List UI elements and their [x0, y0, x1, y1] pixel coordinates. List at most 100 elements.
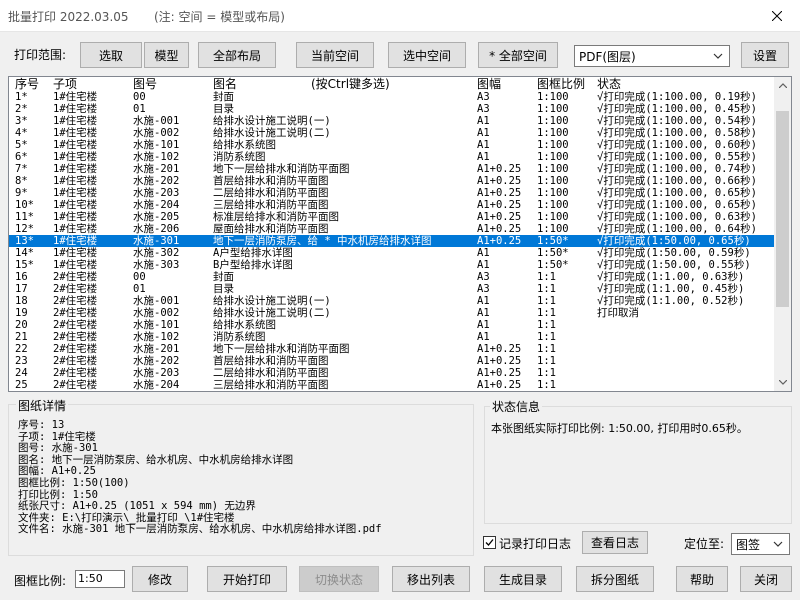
- cell-scale: 1:100: [537, 139, 569, 151]
- table-row[interactable]: 12* 1#住宅楼 水施-206 屋面给排水和消防平面图 A1+0.25 1:100 √打印…: [9, 223, 775, 235]
- cell-name: 首层给排水和消防平面图: [213, 175, 329, 187]
- cell-num: 水施-002: [133, 307, 180, 319]
- scroll-down-button[interactable]: [774, 374, 791, 391]
- table-row[interactable]: 17 2#住宅楼 01 目录 A3 1:1 √打印完成(1:1.00, 0.45秒): [9, 283, 775, 295]
- window-title-note: (注: 空间 = 模型或布局): [154, 10, 285, 24]
- cell-sub: 2#住宅楼: [53, 283, 98, 295]
- cell-num: 00: [133, 271, 146, 283]
- cell-size: A1+0.25: [477, 235, 522, 247]
- selected-space-button[interactable]: 选中空间: [388, 42, 466, 68]
- cell-num: 水施-102: [133, 151, 180, 163]
- chevron-down-icon: [773, 541, 783, 547]
- cell-seq: 21: [15, 331, 28, 343]
- table-row[interactable]: 1* 1#住宅楼 00 封面 A3 1:100 √打印完成(1:100.00, 0.19秒): [9, 91, 775, 103]
- pick-button[interactable]: 选取: [80, 42, 142, 68]
- cell-name: 地下一层给排水和消防平面图: [213, 343, 350, 355]
- table-row[interactable]: 11* 1#住宅楼 水施-205 标准层给排水和消防平面图 A1+0.25 1:100 √打…: [9, 211, 775, 223]
- table-row[interactable]: 13* 1#住宅楼 水施-301 地下一层消防泵房、给 * 中水机房给排水详图 A1+0…: [9, 235, 775, 247]
- cell-size: A1: [477, 307, 490, 319]
- col-header-seq[interactable]: 序号: [15, 77, 39, 91]
- view-log-button[interactable]: 查看日志: [582, 531, 648, 554]
- col-header-name[interactable]: 图名: [213, 77, 237, 91]
- cell-sub: 1#住宅楼: [53, 127, 98, 139]
- table-row[interactable]: 2* 1#住宅楼 01 目录 A3 1:100 √打印完成(1:100.00, 0.45秒): [9, 103, 775, 115]
- table-row[interactable]: 22 2#住宅楼 水施-201 地下一层给排水和消防平面图 A1+0.25 1:1: [9, 343, 775, 355]
- table-row[interactable]: 9* 1#住宅楼 水施-203 二层给排水和消防平面图 A1+0.25 1:100 √打印完…: [9, 187, 775, 199]
- output-format-select[interactable]: PDF(图层): [574, 45, 730, 67]
- cell-seq: 1*: [15, 91, 28, 103]
- model-button[interactable]: 模型: [144, 42, 189, 68]
- generate-catalog-button[interactable]: 生成目录: [484, 566, 562, 592]
- start-print-button[interactable]: 开始打印: [207, 566, 287, 592]
- table-row[interactable]: 16 2#住宅楼 00 封面 A3 1:1 √打印完成(1:1.00, 0.63秒): [9, 271, 775, 283]
- modify-button[interactable]: 修改: [132, 566, 188, 592]
- cell-sub: 2#住宅楼: [53, 367, 98, 379]
- cell-size: A1+0.25: [477, 355, 522, 367]
- cell-seq: 11*: [15, 211, 34, 223]
- drawing-list[interactable]: 序号 子项 图号 图名 (按Ctrl键多选) 图幅 图框比例 状态 1* 1#住宅…: [8, 76, 792, 392]
- table-row[interactable]: 10* 1#住宅楼 水施-204 三层给排水和消防平面图 A1+0.25 1:100 √打印…: [9, 199, 775, 211]
- cell-sub: 1#住宅楼: [53, 199, 98, 211]
- cell-name: 封面: [213, 271, 234, 283]
- table-row[interactable]: 20 2#住宅楼 水施-101 给排水系统图 A1 1:1: [9, 319, 775, 331]
- table-row[interactable]: 21 2#住宅楼 水施-102 消防系统图 A1 1:1: [9, 331, 775, 343]
- all-spaces-button[interactable]: * 全部空间: [478, 42, 558, 68]
- current-space-button[interactable]: 当前空间: [296, 42, 374, 68]
- chevron-down-icon: [713, 53, 723, 59]
- table-row[interactable]: 8* 1#住宅楼 水施-202 首层给排水和消防平面图 A1+0.25 1:100 √打印完…: [9, 175, 775, 187]
- cell-size: A3: [477, 91, 490, 103]
- scroll-up-button[interactable]: [774, 77, 791, 94]
- scroll-thumb[interactable]: [776, 111, 789, 307]
- cell-sub: 2#住宅楼: [53, 331, 98, 343]
- table-row[interactable]: 7* 1#住宅楼 水施-201 地下一层给排水和消防平面图 A1+0.25 1:100 √打…: [9, 163, 775, 175]
- locate-label: 定位至:: [684, 537, 725, 551]
- cell-status: √打印完成(1:100.00, 0.65秒): [597, 199, 757, 211]
- table-row[interactable]: 14* 1#住宅楼 水施-302 A户型给排水详图 A1 1:50* √打印完成(1:50.…: [9, 247, 775, 259]
- cell-scale: 1:1: [537, 343, 556, 355]
- cell-num: 00: [133, 91, 146, 103]
- cell-status: √打印完成(1:100.00, 0.19秒): [597, 91, 757, 103]
- table-row[interactable]: 18 2#住宅楼 水施-001 给排水设计施工说明(一) A1 1:1 √打印完成(1:1.…: [9, 295, 775, 307]
- help-button[interactable]: 帮助: [676, 566, 728, 592]
- output-format-value: PDF(图层): [579, 49, 636, 64]
- cell-sub: 2#住宅楼: [53, 319, 98, 331]
- window-close-button[interactable]: [754, 0, 800, 32]
- table-row[interactable]: 15* 1#住宅楼 水施-303 B户型给排水详图 A1 1:50* √打印完成(1:50.…: [9, 259, 775, 271]
- cell-num: 水施-102: [133, 331, 180, 343]
- cell-size: A1+0.25: [477, 187, 522, 199]
- all-layouts-button[interactable]: 全部布局: [198, 42, 276, 68]
- cell-num: 01: [133, 283, 146, 295]
- cell-size: A1+0.25: [477, 211, 522, 223]
- cell-sub: 1#住宅楼: [53, 259, 98, 271]
- toggle-state-button[interactable]: 切换状态: [299, 566, 379, 592]
- cell-seq: 8*: [15, 175, 28, 187]
- cell-size: A3: [477, 103, 490, 115]
- col-header-sub[interactable]: 子项: [53, 77, 77, 91]
- frame-scale-input[interactable]: 1:50: [75, 570, 125, 588]
- table-row[interactable]: 24 2#住宅楼 水施-203 二层给排水和消防平面图 A1+0.25 1:1: [9, 367, 775, 379]
- table-row[interactable]: 4* 1#住宅楼 水施-002 给排水设计施工说明(二) A1 1:100 √打印完成(1:…: [9, 127, 775, 139]
- print-range-label: 打印范围:: [14, 48, 67, 62]
- split-drawings-button[interactable]: 拆分图纸: [576, 566, 654, 592]
- table-row[interactable]: 3* 1#住宅楼 水施-001 给排水设计施工说明(一) A1 1:100 √打印完成(1:…: [9, 115, 775, 127]
- table-row[interactable]: 6* 1#住宅楼 水施-102 消防系统图 A1 1:100 √打印完成(1:100.00,…: [9, 151, 775, 163]
- col-header-num[interactable]: 图号: [133, 77, 157, 91]
- col-header-status[interactable]: 状态: [597, 77, 621, 91]
- remove-from-list-button[interactable]: 移出列表: [392, 566, 470, 592]
- settings-button[interactable]: 设置: [741, 42, 789, 68]
- table-row[interactable]: 19 2#住宅楼 水施-002 给排水设计施工说明(二) A1 1:1 打印取消: [9, 307, 775, 319]
- details-group-title: 图纸详情: [16, 397, 69, 414]
- table-row[interactable]: 25 2#住宅楼 水施-204 三层给排水和消防平面图 A1+0.25 1:1: [9, 379, 775, 391]
- col-header-size[interactable]: 图幅: [477, 77, 501, 91]
- cell-seq: 10*: [15, 199, 34, 211]
- table-row[interactable]: 5* 1#住宅楼 水施-101 给排水系统图 A1 1:100 √打印完成(1:100.00…: [9, 139, 775, 151]
- record-log-label[interactable]: 记录打印日志: [499, 535, 571, 552]
- close-button[interactable]: 关闭: [740, 566, 792, 592]
- cell-name: A户型给排水详图: [213, 247, 293, 259]
- table-row[interactable]: 23 2#住宅楼 水施-202 首层给排水和消防平面图 A1+0.25 1:1: [9, 355, 775, 367]
- cell-scale: 1:100: [537, 163, 569, 175]
- list-vertical-scrollbar[interactable]: [774, 77, 791, 391]
- col-header-scale[interactable]: 图框比例: [537, 77, 585, 91]
- record-log-checkbox[interactable]: [483, 536, 496, 549]
- locate-select[interactable]: 图签: [731, 533, 790, 555]
